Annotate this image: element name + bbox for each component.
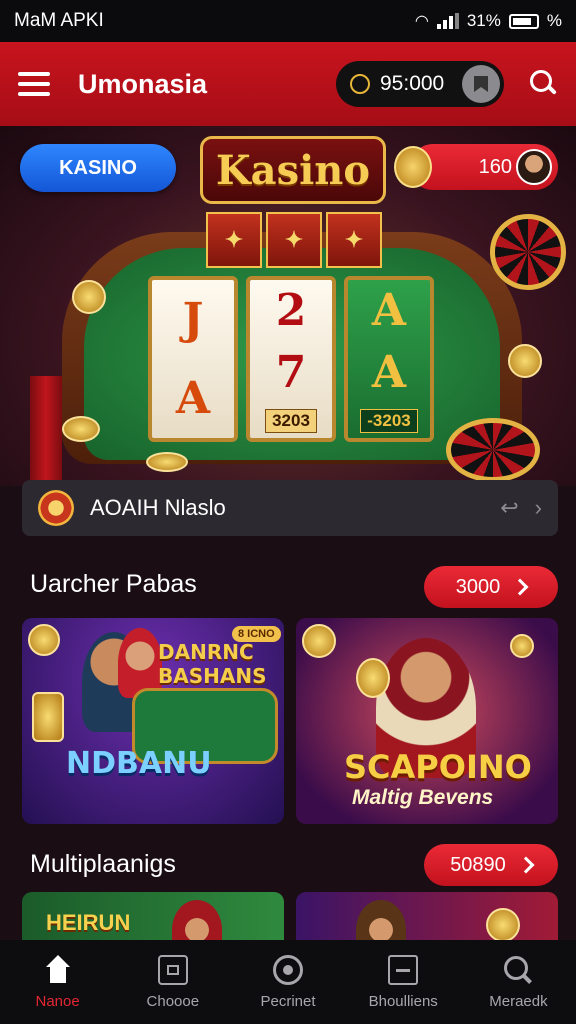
section-more-button[interactable]: 3000 xyxy=(424,566,558,608)
document-icon xyxy=(388,954,419,985)
card-title: NDBANU xyxy=(66,746,212,781)
home-icon xyxy=(43,954,73,985)
reel-symbol: A xyxy=(175,373,211,424)
nav-target[interactable]: Pecrinet xyxy=(230,940,345,1024)
wifi-icon: ◠ xyxy=(414,13,429,30)
game-card[interactable]: SCAPOINO Maltig Bevens xyxy=(296,618,558,824)
search-icon xyxy=(503,955,533,985)
status-bar: MaM APKI ◠ 31% % xyxy=(0,0,576,42)
share-icon[interactable]: ↩ xyxy=(500,495,518,521)
kasino-button[interactable]: KASINO xyxy=(20,144,176,192)
promo-controls: ↩ › xyxy=(500,495,542,521)
kasino-logo: Kasino xyxy=(200,136,386,204)
coin-icon xyxy=(350,74,370,94)
coin-decoration xyxy=(72,280,106,314)
nav-label: Pecrinet xyxy=(260,992,316,1010)
coin-decoration xyxy=(146,452,188,472)
chevron-right-icon[interactable]: › xyxy=(535,495,542,521)
badge-symbol: ✦ xyxy=(206,212,262,268)
coin-icon xyxy=(28,624,60,656)
roulette-wheel-icon xyxy=(446,418,540,482)
promo-coin-icon xyxy=(38,490,74,526)
app-title: Umonasia xyxy=(78,68,208,99)
reel-symbol: 7 xyxy=(275,346,307,398)
user-amount: 160 xyxy=(478,155,512,178)
battery-percent: 31% xyxy=(466,11,501,30)
coin-decoration xyxy=(508,344,542,378)
target-icon xyxy=(273,954,303,985)
badge-symbol: ✦ xyxy=(266,212,322,268)
coin-icon xyxy=(486,908,520,942)
balance-pill[interactable]: 95:000 xyxy=(336,61,504,107)
avatar xyxy=(516,149,552,185)
status-carrier: MaM APKI xyxy=(14,10,104,31)
card-title: SCAPOINO xyxy=(344,748,532,786)
reel-symbol: J xyxy=(182,294,204,345)
reel-number: -3203 xyxy=(360,408,418,433)
slot-reel-3: A A -3203 xyxy=(344,276,434,442)
chevron-right-icon xyxy=(517,856,535,874)
chevron-right-icon xyxy=(511,578,529,596)
nav-label: Nanoe xyxy=(35,992,80,1010)
nav-home[interactable]: Nanoe xyxy=(0,940,115,1024)
nav-label: Choooe xyxy=(146,992,200,1010)
coin-icon xyxy=(356,658,390,698)
promo-bar[interactable]: AOAIH Nlaslo ↩ › xyxy=(22,480,558,536)
coin-icon xyxy=(510,634,534,658)
section-more-button[interactable]: 50890 xyxy=(424,844,558,886)
wallet-icon xyxy=(474,76,488,92)
section-title: Uarcher Pabas xyxy=(30,570,197,598)
section-button-label: 3000 xyxy=(455,575,501,598)
symbol-badges: ✦ ✦ ✦ xyxy=(206,212,382,268)
nav-label: Bhoulliens xyxy=(368,992,438,1010)
reel-symbol: 2 xyxy=(275,285,307,337)
menu-icon[interactable] xyxy=(18,72,50,96)
section-title: Multiplaanigs xyxy=(30,850,176,878)
card-subtitle: Maltig Bevens xyxy=(352,786,494,809)
box-icon xyxy=(157,954,188,985)
promo-text: AOAIH Nlaslo xyxy=(90,495,226,520)
status-icons: ◠ 31% % xyxy=(415,11,562,31)
wallet-button[interactable] xyxy=(462,65,500,103)
roulette-wheel-icon xyxy=(490,214,566,290)
nav-document[interactable]: Bhoulliens xyxy=(346,940,461,1024)
top-app-bar: Umonasia 95:000 xyxy=(0,42,576,126)
coin-icon xyxy=(394,146,432,188)
card-title: HEIRUN xyxy=(46,910,131,935)
slot-reel-2: 2 7 3203 xyxy=(246,276,336,442)
coin-stack xyxy=(32,692,64,742)
reel-symbol: A xyxy=(371,346,407,398)
search-icon[interactable] xyxy=(530,70,558,98)
card-headline: DANRNC BASHANS xyxy=(158,640,267,688)
signal-icon xyxy=(436,13,459,29)
curtain-decoration xyxy=(30,376,62,486)
battery-icon xyxy=(508,13,539,29)
coin-decoration xyxy=(62,416,100,442)
nav-search[interactable]: Meraedk xyxy=(461,940,576,1024)
badge-symbol: ✦ xyxy=(326,212,382,268)
section-button-label: 50890 xyxy=(450,853,506,876)
game-card[interactable]: 8 ICNO DANRNC BASHANS NDBANU xyxy=(22,618,284,824)
reel-number: 3203 xyxy=(265,408,317,433)
nav-choose[interactable]: Choooe xyxy=(115,940,230,1024)
coin-icon xyxy=(302,624,336,658)
user-pill[interactable]: 160 xyxy=(410,144,558,190)
nav-label: Meraedk xyxy=(489,992,548,1010)
status-extra: % xyxy=(546,11,562,30)
slot-reel-1: J A xyxy=(148,276,238,442)
reel-symbol: A xyxy=(371,285,407,337)
balance-value: 95:000 xyxy=(380,72,445,95)
bottom-navigation: Nanoe Choooe Pecrinet Bhoulliens Meraedk xyxy=(0,940,576,1024)
